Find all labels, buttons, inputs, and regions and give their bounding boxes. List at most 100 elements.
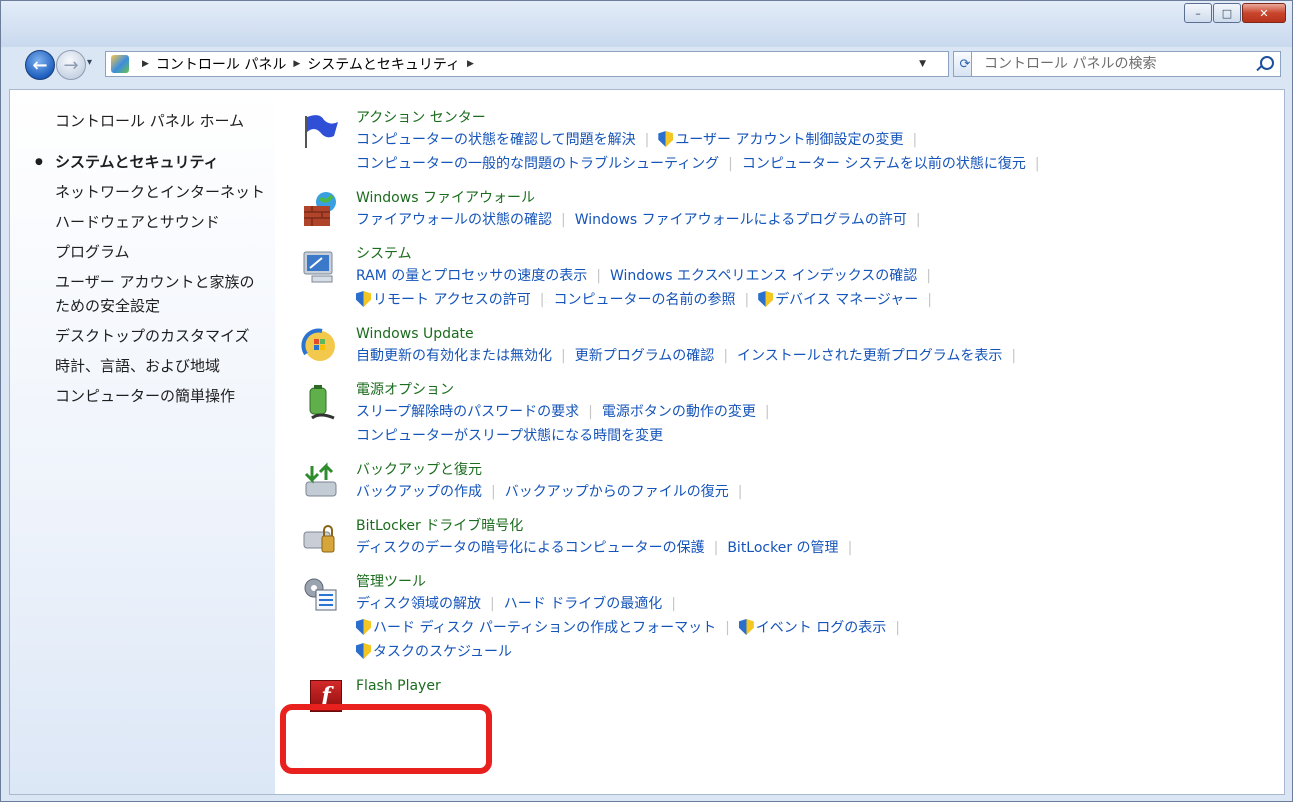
battery-icon[interactable] (300, 382, 340, 422)
link-row: ハード ディスク パーティションの作成とフォーマット | イベント ログの表示 | (356, 616, 1260, 640)
highlight-box (280, 704, 492, 774)
sidebar-item[interactable]: ネットワークとインターネット (55, 180, 265, 204)
sidebar-list: システムとセキュリティネットワークとインターネットハードウェアとサウンドプログラ… (35, 150, 265, 414)
sidebar-item[interactable]: プログラム (55, 240, 265, 264)
category-title[interactable]: Windows Update (356, 324, 1260, 344)
search-icon[interactable] (1260, 56, 1274, 70)
admin-tools-icon[interactable] (300, 574, 340, 614)
task-link[interactable]: ディスク領域の解放 (356, 596, 481, 612)
breadcrumb-separator[interactable]: ▶ (293, 59, 300, 69)
task-link[interactable]: ファイアウォールの状態の確認 (356, 212, 552, 228)
search-input[interactable] (972, 52, 1254, 76)
breadcrumb-separator[interactable]: ▶ (467, 59, 474, 69)
backup-icon[interactable] (300, 462, 340, 502)
link-separator: | (744, 292, 750, 308)
recent-pages-dropdown[interactable]: ▾ (87, 57, 92, 68)
category-links: ディスクのデータの暗号化によるコンピューターの保護 | BitLocker の管理 | (356, 536, 1260, 560)
system-icon[interactable] (300, 246, 340, 286)
address-bar[interactable]: ▶ コントロール パネル ▶ システムとセキュリティ ▶ ▼ (105, 51, 949, 77)
category-flag: アクション センターコンピューターの状態を確認して問題を解決 | ユーザー アカウン… (300, 108, 1260, 176)
task-link[interactable]: 更新プログラムの確認 (575, 348, 715, 364)
task-link[interactable]: Windows エクスペリエンス インデックスの確認 (610, 268, 917, 284)
task-link[interactable]: バックアップの作成 (356, 484, 482, 500)
sidebar-item[interactable]: ハードウェアとサウンド (55, 210, 265, 234)
sidebar-item[interactable]: ユーザー アカウントと家族のための安全設定 (55, 270, 265, 318)
task-link[interactable]: ハード ディスク パーティションの作成とフォーマット (373, 620, 716, 636)
task-link[interactable]: ハード ドライブの最適化 (504, 596, 662, 612)
link-separator: | (912, 132, 918, 148)
link-row: RAM の量とプロセッサの速度の表示 | Windows エクスペリエンス インデッ… (356, 264, 1260, 288)
category-links: スリープ解除時のパスワードの要求 | 電源ボタンの動作の変更 | コンピューターがスリー… (356, 400, 1260, 448)
task-link[interactable]: 電源ボタンの動作の変更 (602, 404, 756, 420)
sidebar-item[interactable]: 時計、言語、および地域 (55, 354, 265, 378)
minimize-button[interactable]: – (1184, 3, 1212, 23)
task-link[interactable]: コンピューター システムを以前の状態に復元 (742, 156, 1026, 172)
uac-shield-icon (658, 131, 674, 147)
category-title[interactable]: BitLocker ドライブ暗号化 (356, 516, 1260, 536)
category-links: バックアップの作成 | バックアップからのファイルの復元 | (356, 480, 1260, 504)
category-title[interactable]: 管理ツール (356, 572, 1260, 592)
windows-update-icon[interactable] (300, 326, 340, 366)
task-link[interactable]: コンピューターの状態を確認して問題を解決 (356, 132, 636, 148)
category-title[interactable]: Flash Player (356, 676, 1260, 696)
task-link[interactable]: コンピューターの名前の参照 (553, 292, 735, 308)
link-separator: | (1011, 348, 1017, 364)
task-link[interactable]: タスクのスケジュール (373, 644, 512, 660)
link-row: バックアップの作成 | バックアップからのファイルの復元 | (356, 480, 1260, 504)
sidebar-item[interactable]: システムとセキュリティ (35, 150, 265, 174)
link-separator: | (915, 212, 921, 228)
task-link[interactable]: スリープ解除時のパスワードの要求 (356, 404, 579, 420)
task-link[interactable]: Windows ファイアウォールによるプログラムの許可 (575, 212, 907, 228)
maximize-button[interactable]: □ (1213, 3, 1241, 23)
sidebar-item[interactable]: コンピューターの簡単操作 (55, 384, 265, 408)
search-box (971, 51, 1281, 77)
sidebar-item[interactable]: デスクトップのカスタマイズ (55, 324, 265, 348)
category-links: 自動更新の有効化または無効化 | 更新プログラムの確認 | インストールされた更新プログ… (356, 344, 1260, 368)
left-navigation-pane: コントロール パネル ホーム システムとセキュリティネットワークとインターネット… (10, 90, 275, 794)
link-separator: | (926, 268, 932, 284)
link-separator: | (561, 212, 566, 228)
task-link[interactable]: BitLocker の管理 (727, 540, 838, 556)
sidebar-home-link[interactable]: コントロール パネル ホーム (55, 110, 244, 131)
uac-shield-icon (356, 643, 371, 659)
category-bitlocker: BitLocker ドライブ暗号化 ディスクのデータの暗号化によるコンピューターの… (300, 516, 1260, 560)
task-link[interactable]: コンピューターがスリープ状態になる時間を変更 (356, 428, 663, 444)
link-row: コンピューターがスリープ状態になる時間を変更 (356, 424, 1260, 448)
link-row: ディスクのデータの暗号化によるコンピューターの保護 | BitLocker の管理 | (356, 536, 1260, 560)
link-row: コンピューターの状態を確認して問題を解決 | ユーザー アカウント制御設定の変更 | (356, 128, 1260, 152)
category-title[interactable]: バックアップと復元 (356, 460, 1260, 480)
navigation-bar: ← → ▾ ▶ コントロール パネル ▶ システムとセキュリティ ▶ ▼ ⟳ (1, 47, 1292, 80)
task-link[interactable]: コンピューターの一般的な問題のトラブルシューティング (356, 156, 719, 172)
uac-shield-icon (738, 619, 754, 635)
breadcrumb-system-security[interactable]: システムとセキュリティ (307, 54, 460, 74)
category-list: アクション センターコンピューターの状態を確認して問題を解決 | ユーザー アカウン… (300, 108, 1260, 712)
task-link[interactable]: 自動更新の有効化または無効化 (356, 348, 552, 364)
address-dropdown-icon[interactable]: ▼ (919, 59, 926, 69)
task-link[interactable]: バックアップからのファイルの復元 (505, 484, 729, 500)
task-link[interactable]: インストールされた更新プログラムを表示 (737, 348, 1002, 364)
task-link[interactable]: RAM の量とプロセッサの速度の表示 (356, 268, 587, 284)
breadcrumb-control-panel[interactable]: コントロール パネル (156, 54, 286, 74)
task-link[interactable]: デバイス マネージャー (775, 292, 918, 308)
control-panel-window: – □ ✕ ← → ▾ ▶ コントロール パネル ▶ システムとセキュリティ ▶… (0, 0, 1293, 802)
forward-button[interactable]: → (56, 50, 86, 80)
task-link[interactable]: リモート アクセスの許可 (373, 292, 531, 308)
link-separator: | (588, 404, 593, 420)
flag-icon[interactable] (300, 110, 340, 150)
category-title[interactable]: 電源オプション (356, 380, 1260, 400)
link-separator: | (764, 404, 770, 420)
category-title[interactable]: システム (356, 244, 1260, 264)
breadcrumb-separator[interactable]: ▶ (142, 59, 149, 69)
category-title[interactable]: アクション センター (356, 108, 1260, 128)
category-battery: 電源オプションスリープ解除時のパスワードの要求 | 電源ボタンの動作の変更 | コンピュ… (300, 380, 1260, 448)
task-link[interactable]: イベント ログの表示 (756, 620, 886, 636)
uac-shield-icon (758, 291, 774, 307)
category-title[interactable]: Windows ファイアウォール (356, 188, 1260, 208)
firewall-icon[interactable] (300, 190, 340, 230)
back-button[interactable]: ← (25, 50, 55, 80)
task-link[interactable]: ディスクのデータの暗号化によるコンピューターの保護 (356, 540, 705, 556)
category-firewall: Windows ファイアウォールファイアウォールの状態の確認 | Windows フ… (300, 188, 1260, 232)
close-button[interactable]: ✕ (1242, 3, 1286, 23)
bitlocker-icon[interactable] (300, 518, 340, 558)
task-link[interactable]: ユーザー アカウント制御設定の変更 (675, 132, 903, 148)
